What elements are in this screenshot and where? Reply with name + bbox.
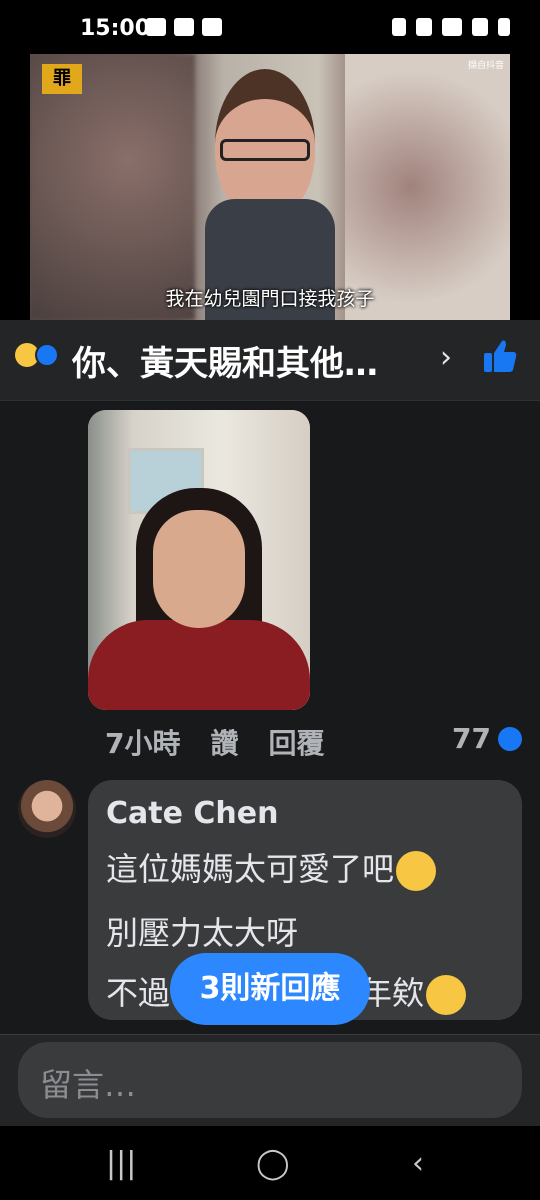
like-count-icon bbox=[498, 727, 522, 751]
channel-logo: 罪 bbox=[42, 64, 82, 94]
gallery-icon bbox=[146, 18, 166, 36]
recent-apps-icon[interactable]: ||| bbox=[106, 1146, 136, 1181]
wifi-icon bbox=[442, 18, 462, 36]
clock: 15:00 bbox=[80, 16, 151, 41]
laughing-emoji-icon bbox=[426, 975, 467, 1015]
comment-author[interactable]: Cate Chen bbox=[106, 796, 278, 831]
comment-time: 7小時 bbox=[105, 727, 181, 760]
status-icons-right bbox=[392, 18, 510, 36]
like-reaction-icon bbox=[35, 343, 59, 367]
battery-icon bbox=[498, 18, 510, 36]
reaction-count[interactable]: 77 bbox=[452, 722, 491, 755]
chevron-right-icon[interactable]: › bbox=[440, 340, 452, 375]
reply-link[interactable]: 回覆 bbox=[269, 722, 325, 762]
home-icon[interactable]: ◯ bbox=[256, 1146, 290, 1181]
mute-icon bbox=[416, 18, 432, 36]
youtube-icon bbox=[174, 18, 194, 36]
comment-photo[interactable] bbox=[88, 410, 310, 710]
like-link[interactable]: 讚 bbox=[210, 722, 238, 762]
reactor-names[interactable]: 你、黃天賜和其他… bbox=[72, 336, 378, 385]
comment-line-1: 這位媽媽太可愛了吧 bbox=[106, 844, 437, 891]
reaction-summary-icons bbox=[15, 341, 65, 371]
new-replies-button[interactable]: 3則新回應 bbox=[170, 953, 370, 1025]
video-watermark: 擷自抖音 bbox=[467, 61, 504, 71]
thumbs-up-icon[interactable] bbox=[482, 338, 518, 374]
video-subtitle: 我在幼兒園門口接我孩子 bbox=[165, 288, 375, 310]
avatar[interactable] bbox=[18, 780, 76, 838]
comment-meta-row: 7小時 讚 回覆 bbox=[105, 722, 325, 762]
facebook-icon bbox=[202, 18, 222, 36]
video-frame[interactable]: 罪 擷自抖音 我在幼兒園門口接我孩子 bbox=[30, 54, 510, 320]
video-player[interactable]: 罪 擷自抖音 我在幼兒園門口接我孩子 bbox=[0, 54, 540, 320]
status-icons-left bbox=[146, 18, 222, 36]
comment-input-placeholder[interactable]: 留言… bbox=[40, 1060, 136, 1106]
signal-icon bbox=[472, 18, 488, 36]
blurred-right-panel bbox=[345, 54, 510, 320]
recycle-icon bbox=[392, 18, 406, 36]
video-person bbox=[205, 69, 335, 320]
rolling-laughing-emoji-icon bbox=[396, 851, 437, 891]
comment-line-2: 別壓力太大呀 bbox=[106, 914, 299, 952]
back-icon[interactable]: ‹ bbox=[412, 1146, 424, 1181]
status-bar: 15:00 bbox=[0, 0, 540, 54]
